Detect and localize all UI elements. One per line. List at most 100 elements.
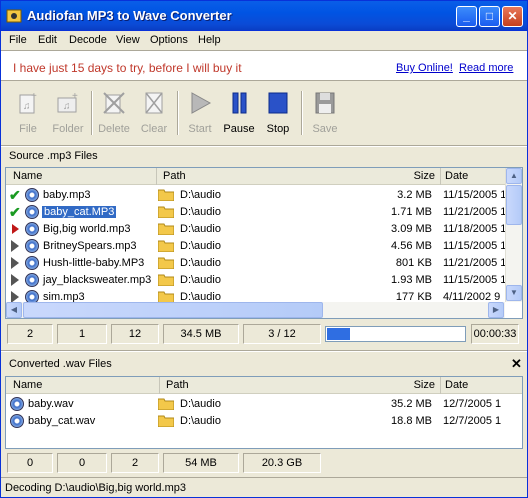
- clear-button[interactable]: Clear: [133, 89, 175, 141]
- audio-file-icon: [10, 397, 24, 411]
- menu-options[interactable]: Options: [150, 34, 188, 46]
- stat-total-size: 34.5 MB: [163, 324, 239, 344]
- read-more-link[interactable]: Read more: [459, 62, 513, 74]
- svg-text:+: +: [72, 91, 78, 102]
- audio-file-icon: [25, 256, 39, 270]
- svg-text:+: +: [31, 91, 37, 102]
- audio-file-icon: [25, 188, 39, 202]
- close-panel-icon[interactable]: ✕: [511, 356, 522, 372]
- column-name-header[interactable]: Name: [6, 168, 157, 185]
- trial-notice-text: I have just 15 days to try, before I wil…: [13, 61, 242, 75]
- converted-file-list[interactable]: Name Path Size Date baby.wav D:\audio 35…: [5, 376, 523, 449]
- pending-marker-icon: [11, 274, 19, 286]
- buy-online-link[interactable]: Buy Online!: [396, 62, 453, 74]
- folder-icon: [158, 206, 174, 218]
- status-text: Decoding D:\audio\Big,big world.mp3: [5, 482, 186, 494]
- stop-button[interactable]: Stop: [257, 89, 299, 141]
- source-stats-bar: 2 1 12 34.5 MB 3 / 12 00:00:33: [1, 322, 527, 346]
- pause-icon: [232, 92, 247, 114]
- start-button[interactable]: Start: [179, 89, 221, 141]
- toolbar-separator: [301, 91, 303, 135]
- status-bar: Decoding D:\audio\Big,big world.mp3: [1, 477, 527, 497]
- table-row[interactable]: Big,big world.mp3 D:\audio 3.09 MB 11/18…: [6, 221, 522, 238]
- pause-button[interactable]: Pause: [218, 89, 260, 141]
- source-horizontal-scrollbar[interactable]: ◀ ▶: [6, 302, 505, 318]
- close-button[interactable]: ✕: [502, 6, 523, 27]
- column-name-header[interactable]: Name: [6, 377, 160, 394]
- svg-text:♫: ♫: [63, 101, 71, 112]
- app-window: Audiofan MP3 to Wave Converter _ □ ✕ Fil…: [0, 0, 528, 498]
- scroll-left-icon[interactable]: ◀: [6, 302, 22, 318]
- source-vertical-scrollbar[interactable]: ▲ ▼: [505, 168, 522, 302]
- stat-total-files: 12: [111, 324, 159, 344]
- stat-free-space: 20.3 GB: [243, 453, 321, 473]
- scroll-thumb[interactable]: [506, 185, 522, 225]
- stat-done: 0: [7, 453, 53, 473]
- checkmark-icon: ✔: [9, 187, 21, 203]
- clear-icon: [145, 92, 163, 114]
- menu-view[interactable]: View: [116, 34, 140, 46]
- table-row[interactable]: ✔ baby_cat.MP3 D:\audio 1.71 MB 11/21/20…: [6, 204, 522, 221]
- column-size-header[interactable]: Size: [290, 168, 441, 185]
- progress-fill: [327, 328, 350, 340]
- audio-file-icon: [25, 239, 39, 253]
- source-file-list[interactable]: Name Path Size Date ✔ baby.mp3 D:\audio …: [5, 167, 523, 319]
- title-bar[interactable]: Audiofan MP3 to Wave Converter _ □ ✕: [1, 1, 527, 31]
- play-icon: [191, 92, 212, 114]
- menu-bar: File Edit Decode View Options Help: [1, 32, 527, 50]
- playing-marker-icon: [12, 224, 19, 234]
- converted-stats-bar: 0 0 2 54 MB 20.3 GB: [1, 451, 527, 475]
- table-row[interactable]: ✔ baby.mp3 D:\audio 3.2 MB 11/15/2005 1: [6, 187, 522, 204]
- pending-marker-icon: [11, 240, 19, 252]
- stat-total-files: 2: [111, 453, 159, 473]
- source-files-label: Source .mp3 Files: [9, 150, 98, 162]
- add-folder-button[interactable]: ♫ + Folder: [47, 89, 89, 141]
- table-row[interactable]: Hush-little-baby.MP3 D:\audio 801 KB 11/…: [6, 255, 522, 272]
- menu-decode[interactable]: Decode: [69, 34, 107, 46]
- stat-errors: 1: [57, 324, 107, 344]
- table-row[interactable]: baby.wav D:\audio 35.2 MB 12/7/2005 1: [6, 396, 522, 413]
- checkmark-icon: ✔: [9, 204, 21, 220]
- svg-text:♫: ♫: [23, 101, 31, 112]
- table-row[interactable]: baby_cat.wav D:\audio 18.8 MB 12/7/2005 …: [6, 413, 522, 430]
- menu-help[interactable]: Help: [198, 34, 221, 46]
- scroll-down-icon[interactable]: ▼: [506, 285, 522, 301]
- audio-file-icon: [25, 205, 39, 219]
- scroll-right-icon[interactable]: ▶: [488, 302, 504, 318]
- folder-icon: [158, 240, 174, 252]
- column-date-header[interactable]: Date: [441, 168, 506, 185]
- table-row[interactable]: jay_blacksweater.mp3 D:\audio 1.93 MB 11…: [6, 272, 522, 289]
- column-date-header[interactable]: Date: [441, 377, 522, 394]
- divider: [1, 350, 527, 352]
- minimize-button[interactable]: _: [456, 6, 477, 27]
- toolbar: ♫ + File ♫ + Folder Delete Clear Start Pau…: [1, 83, 527, 143]
- audio-file-icon: [25, 273, 39, 287]
- column-size-header[interactable]: Size: [290, 377, 441, 394]
- audio-file-icon: [25, 222, 39, 236]
- trial-notice: I have just 15 days to try, before I wil…: [1, 50, 527, 81]
- scroll-up-icon[interactable]: ▲: [506, 168, 522, 184]
- folder-icon: [158, 257, 174, 269]
- conversion-progress-bar: [325, 326, 466, 342]
- scroll-thumb[interactable]: [23, 302, 323, 318]
- add-folder-icon: ♫+: [57, 91, 78, 113]
- folder-icon: [158, 415, 174, 427]
- save-button[interactable]: Save: [304, 89, 346, 141]
- window-title: Audiofan MP3 to Wave Converter: [27, 8, 232, 23]
- maximize-button[interactable]: □: [479, 6, 500, 27]
- stat-total-size: 54 MB: [163, 453, 239, 473]
- folder-icon: [158, 398, 174, 410]
- divider: [1, 145, 527, 147]
- source-list-header: Name Path Size Date: [6, 168, 506, 185]
- pending-marker-icon: [11, 257, 19, 269]
- converted-files-label: Converted .wav Files: [9, 358, 112, 370]
- folder-icon: [158, 189, 174, 201]
- menu-edit[interactable]: Edit: [38, 34, 57, 46]
- add-file-button[interactable]: ♫ + File: [7, 89, 49, 141]
- delete-button[interactable]: Delete: [93, 89, 135, 141]
- table-row[interactable]: BritneySpears.mp3 D:\audio 4.56 MB 11/15…: [6, 238, 522, 255]
- menu-file[interactable]: File: [9, 34, 27, 46]
- folder-icon: [158, 274, 174, 286]
- save-icon: [315, 92, 335, 114]
- elapsed-time: 00:00:33: [471, 324, 519, 344]
